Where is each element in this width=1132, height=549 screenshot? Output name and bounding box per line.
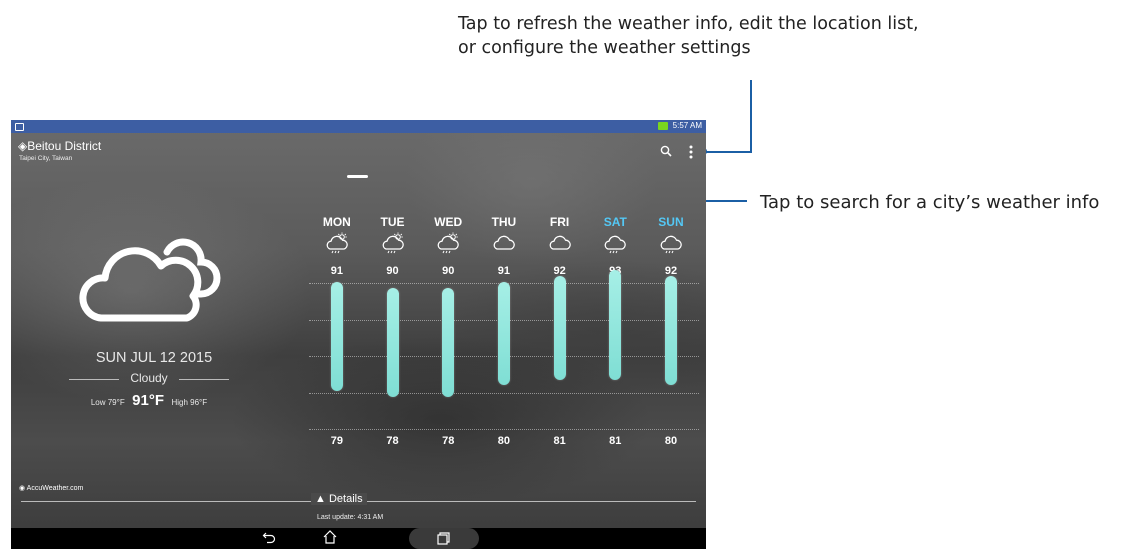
forecast-high: 90 [386,265,399,277]
cloud-rain-sun-icon [365,232,421,259]
cloud-icon [476,232,532,259]
temperature-range-bar [442,287,455,397]
forecast-low: 80 [664,435,678,447]
temperature-range-bar [330,281,343,392]
accuweather-logo-icon: ◉ [19,485,26,492]
temperature-range-bar [665,276,678,386]
location-name[interactable]: ◈Beitou District [18,139,101,153]
forecast-day-label: TUE [380,215,405,229]
weather-app-screen: 5:57 AM ◈Beitou District Taipei City, Ta… [11,120,706,549]
forecast-day-label: MON [322,215,351,229]
back-icon[interactable] [262,530,276,544]
forecast-highs: 91909091929392 [309,265,699,277]
details-button[interactable]: ▲ Details [311,493,367,505]
low-temp: Low 79°F [90,398,125,407]
current-condition: Cloudy [130,371,168,385]
callout-refresh-line1: Tap to refresh the weather info, edit th… [458,14,919,34]
forecast-high: 90 [442,265,455,277]
forecast-day-label: WED [434,215,463,229]
cloud-icon [532,232,588,259]
condition-row: Cloudy [69,371,229,387]
current-date: SUN JUL 12 2015 [95,350,213,366]
recent-apps-icon[interactable] [437,532,450,545]
forecast-low: 79 [330,435,343,447]
details-label: Details [328,493,363,505]
current-temp: 91°F [132,392,165,409]
temperature-range-bar [609,270,622,380]
cloud-rain-sun-icon [420,232,476,259]
divider [179,379,229,380]
forecast-icons [309,232,699,259]
location-name-label: Beitou District [27,139,102,153]
forecast-lows: 79 78 78 80 81 81 80 [309,435,699,447]
forecast-low: 78 [442,435,455,447]
forecast-low: 80 [497,435,511,447]
temperature-range-bar [386,287,399,397]
overflow-menu-icon[interactable] [688,145,694,159]
battery-icon [658,122,668,130]
callout-refresh-settings: Tap to refresh the weather info, edit th… [458,12,919,60]
location-pin-icon: ◈ [18,139,28,153]
forecast-day-label: SAT [603,215,627,229]
status-bar: 5:57 AM [11,120,706,133]
forecast-day-label: FRI [549,215,570,229]
forecast-day-label: SUN [658,215,684,229]
forecast-low: 78 [386,435,399,447]
accuweather-brand[interactable]: ◉ AccuWeather.com [19,484,83,492]
cloud-rain-icon [587,232,643,259]
forecast-day-label: THU [491,215,517,229]
search-icon[interactable] [660,145,672,157]
cloud-rain-sun-icon [309,232,365,259]
temperature-range-bar [497,281,510,386]
forecast-high: 91 [497,265,511,277]
home-icon[interactable] [322,529,338,545]
callout-search: Tap to search for a city’s weather info [760,192,1100,213]
page-indicator [347,175,368,178]
temperature-range-bar [553,276,566,380]
forecast-low: 81 [553,435,566,447]
forecast-days: MON TUE WED THU FRI SAT SUN [309,215,699,229]
last-update: Last update: 4:31 AM [317,514,384,521]
callout-line [750,80,752,153]
triangle-up-icon: ▲ [315,493,326,505]
cloud-icon [79,238,221,322]
navigation-bar [11,528,706,549]
forecast-high: 91 [330,265,343,277]
location-subtitle: Taipei City, Taiwan [19,155,73,162]
high-temp: High 96°F [171,398,208,407]
callout-line [701,151,752,153]
cloud-rain-icon [643,232,699,259]
current-temps: Low 79°F 91°F High 96°F [69,392,229,410]
callout-refresh-line2: or configure the weather settings [458,38,751,58]
temperature-range-bars [309,270,699,433]
notification-icon [15,123,24,131]
status-time: 5:57 AM [672,121,702,130]
forecast-low: 81 [609,435,622,447]
accuweather-label: AccuWeather.com [26,485,84,492]
